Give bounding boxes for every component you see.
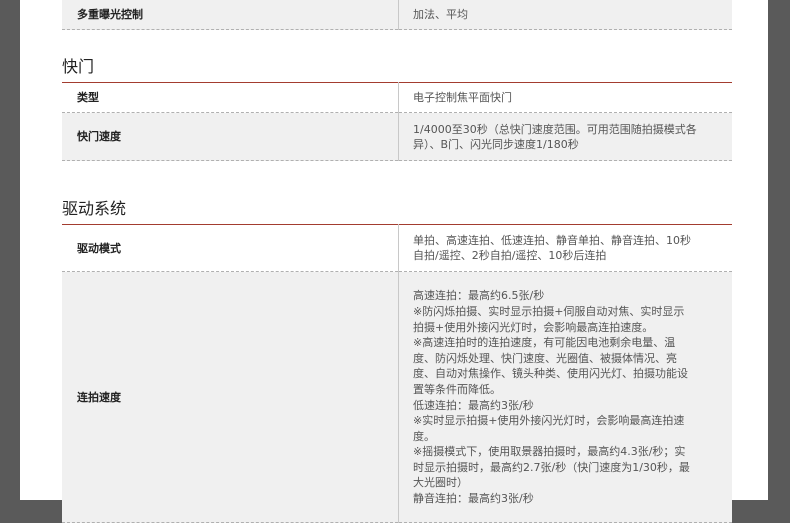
value-line: ※防闪烁拍摄、实时显示拍摄+伺服自动对焦、实时显示 bbox=[413, 304, 685, 318]
value-line: 高速连拍：最高约6.5张/秒 bbox=[413, 289, 545, 303]
value-line: 静音连拍：最高约3张/秒 bbox=[413, 492, 534, 506]
value-line: 低速连拍：最高约3张/秒 bbox=[413, 398, 534, 412]
value-line: 置等条件而降低。 bbox=[413, 382, 501, 396]
table-row: 连拍速度 高速连拍：最高约6.5张/秒 ※防闪烁拍摄、实时显示拍摄+伺服自动对焦… bbox=[62, 271, 732, 523]
table-row: 多重曝光控制 加法、平均 bbox=[62, 0, 732, 30]
value-line: ※摇摄模式下，使用取景器拍摄时，最高约4.3张/秒；实 bbox=[413, 445, 686, 459]
row-label: 驱动模式 bbox=[62, 224, 399, 272]
row-value: 高速连拍：最高约6.5张/秒 ※防闪烁拍摄、实时显示拍摄+伺服自动对焦、实时显示… bbox=[398, 271, 732, 523]
row-label: 快门速度 bbox=[62, 112, 399, 161]
section-title-drive: 驱动系统 bbox=[62, 199, 127, 218]
value-line: 异）、B门、闪光同步速度1/180秒 bbox=[413, 137, 579, 151]
row-value: 加法、平均 bbox=[398, 0, 732, 30]
value-line: 大光圈时） bbox=[413, 476, 468, 490]
spec-table-shutter: 类型 电子控制焦平面快门 快门速度 1/4000至30秒（总快门速度范围。可用范… bbox=[62, 82, 732, 161]
value-line: 度、防闪烁处理、快门速度、光圈值、被摄体情况、亮 bbox=[413, 351, 677, 365]
row-label: 连拍速度 bbox=[62, 271, 399, 523]
table-row: 驱动模式 单拍、高速连拍、低速连拍、静音单拍、静音连拍、10秒 自拍/遥控、2秒… bbox=[62, 224, 732, 272]
value-line: ※实时显示拍摄+使用外接闪光灯时，会影响最高连拍速 bbox=[413, 414, 685, 428]
table-row: 类型 电子控制焦平面快门 bbox=[62, 82, 732, 113]
value-line: 度、自动对焦操作、镜头种类、使用闪光灯、拍摄功能设 bbox=[413, 367, 688, 381]
row-value: 电子控制焦平面快门 bbox=[398, 82, 732, 113]
spec-table-top: 多重曝光控制 加法、平均 bbox=[62, 0, 732, 30]
value-line: 度。 bbox=[413, 429, 435, 443]
section-title-shutter: 快门 bbox=[62, 57, 95, 76]
value-line: ※高速连拍时的连拍速度，有可能因电池剩余电量、温 bbox=[413, 336, 676, 350]
row-value: 1/4000至30秒（总快门速度范围。可用范围随拍摄模式各 异）、B门、闪光同步… bbox=[398, 112, 732, 161]
value-line: 单拍、高速连拍、低速连拍、静音单拍、静音连拍、10秒 bbox=[413, 234, 691, 247]
table-row: 快门速度 1/4000至30秒（总快门速度范围。可用范围随拍摄模式各 异）、B门… bbox=[62, 112, 732, 161]
spec-table-drive: 驱动模式 单拍、高速连拍、低速连拍、静音单拍、静音连拍、10秒 自拍/遥控、2秒… bbox=[62, 224, 732, 523]
row-label: 类型 bbox=[62, 82, 399, 113]
spec-page: 多重曝光控制 加法、平均 快门 类型 电子控制焦平面快门 快门速度 1/4000… bbox=[20, 0, 768, 523]
value-line: 拍摄+使用外接闪光灯时，会影响最高连拍速度。 bbox=[413, 320, 654, 334]
value-line: 时显示拍摄时，最高约2.7张/秒（快门速度为1/30秒，最 bbox=[413, 460, 690, 474]
value-line: 1/4000至30秒（总快门速度范围。可用范围随拍摄模式各 bbox=[413, 122, 697, 136]
row-label: 多重曝光控制 bbox=[62, 0, 399, 30]
value-line: 自拍/遥控、2秒自拍/遥控、10秒后连拍 bbox=[413, 249, 607, 262]
row-value: 单拍、高速连拍、低速连拍、静音单拍、静音连拍、10秒 自拍/遥控、2秒自拍/遥控… bbox=[398, 224, 732, 272]
